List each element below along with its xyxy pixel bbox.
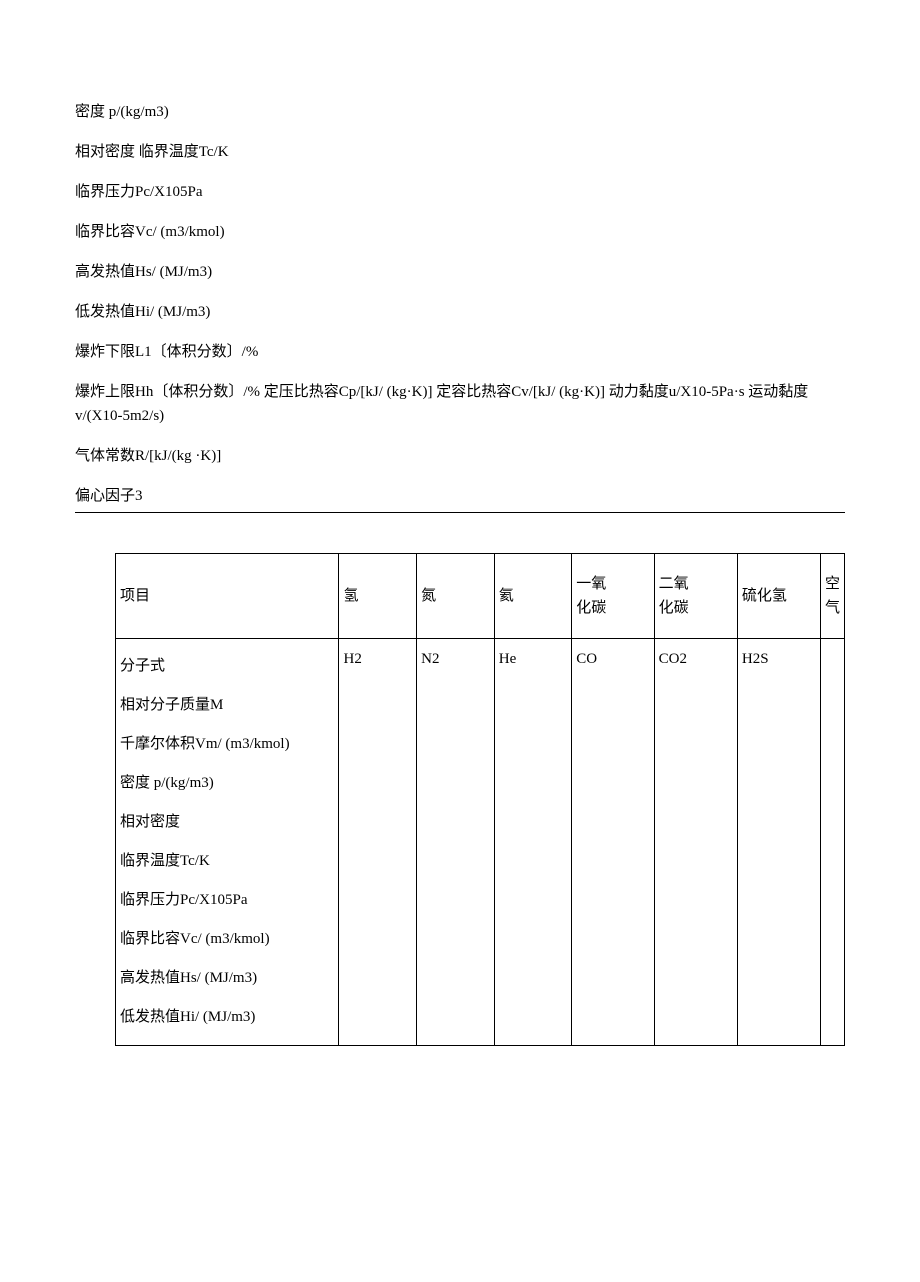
row-label: 分子式 [120, 647, 334, 686]
row-label: 高发热值Hs/ (MJ/m3) [120, 959, 334, 998]
header-air: 空气 [820, 554, 844, 639]
property-item: 低发热值Hi/ (MJ/m3) [75, 300, 845, 324]
row-label: 相对分子质量M [120, 686, 334, 725]
property-list: 密度 p/(kg/m3) 相对密度 临界温度Tc/K 临界压力Pc/X105Pa… [75, 100, 845, 513]
cell-air [820, 639, 844, 1046]
property-item: 气体常数R/[kJ/(kg ·K)] [75, 444, 845, 468]
table-header-row: 项目 氢 氮 氦 一氧 化碳 二氧 化碳 硫化氢 空气 [116, 554, 845, 639]
row-label: 密度 p/(kg/m3) [120, 764, 334, 803]
header-nitrogen: 氮 [417, 554, 495, 639]
row-label: 相对密度 [120, 803, 334, 842]
property-item: 密度 p/(kg/m3) [75, 100, 845, 124]
cell-h2s: H2S [737, 639, 820, 1046]
header-carbon-dioxide: 二氧 化碳 [654, 554, 737, 639]
row-label: 临界压力Pc/X105Pa [120, 881, 334, 920]
cell-he: He [494, 639, 572, 1046]
property-item: 偏心因子3 [75, 484, 845, 513]
table-row: 分子式 相对分子质量M 千摩尔体积Vm/ (m3/kmol) 密度 p/(kg/… [116, 639, 845, 1046]
gas-properties-table-wrapper: 项目 氢 氮 氦 一氧 化碳 二氧 化碳 硫化氢 空气 分子式 相对分子质量M … [115, 553, 845, 1046]
cell-co2: CO2 [654, 639, 737, 1046]
property-item: 临界压力Pc/X105Pa [75, 180, 845, 204]
gas-properties-table: 项目 氢 氮 氦 一氧 化碳 二氧 化碳 硫化氢 空气 分子式 相对分子质量M … [115, 553, 845, 1046]
property-item: 高发热值Hs/ (MJ/m3) [75, 260, 845, 284]
row-label: 千摩尔体积Vm/ (m3/kmol) [120, 725, 334, 764]
row-labels-cell: 分子式 相对分子质量M 千摩尔体积Vm/ (m3/kmol) 密度 p/(kg/… [116, 639, 339, 1046]
header-carbon-monoxide: 一氧 化碳 [572, 554, 654, 639]
cell-h2: H2 [339, 639, 417, 1046]
header-hydrogen-sulfide: 硫化氢 [737, 554, 820, 639]
row-label: 低发热值Hi/ (MJ/m3) [120, 998, 334, 1037]
header-helium: 氦 [494, 554, 572, 639]
property-item: 爆炸上限Hh〔体积分数〕/% 定压比热容Cp/[kJ/ (kg·K)] 定容比热… [75, 380, 845, 428]
property-item: 爆炸下限L1〔体积分数〕/% [75, 340, 845, 364]
property-item: 临界比容Vc/ (m3/kmol) [75, 220, 845, 244]
header-item: 项目 [116, 554, 339, 639]
cell-co: CO [572, 639, 654, 1046]
cell-n2: N2 [417, 639, 495, 1046]
row-label: 临界比容Vc/ (m3/kmol) [120, 920, 334, 959]
header-hydrogen: 氢 [339, 554, 417, 639]
row-label: 临界温度Tc/K [120, 842, 334, 881]
property-item: 相对密度 临界温度Tc/K [75, 140, 845, 164]
